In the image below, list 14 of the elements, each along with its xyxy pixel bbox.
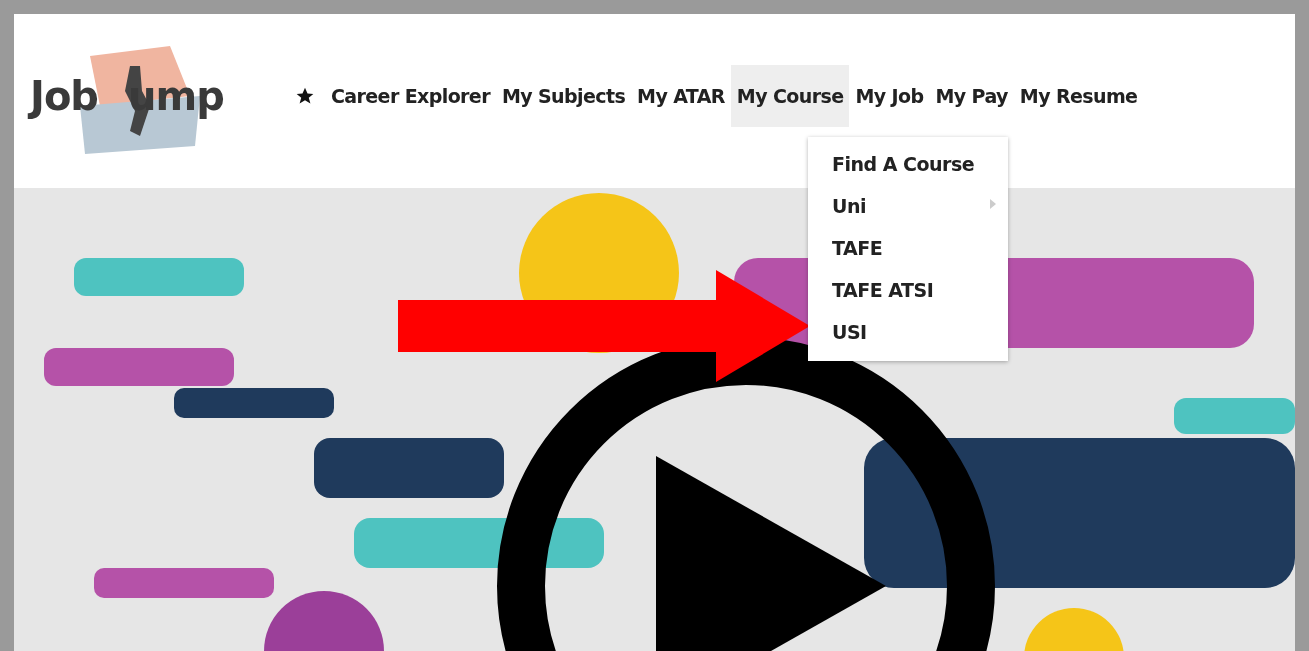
star-icon[interactable] [295,86,315,106]
menu-item[interactable]: USI [808,311,1008,353]
menu-item[interactable]: TAFE [808,227,1008,269]
nav-tab[interactable]: My Subjects [495,65,632,127]
nav-tab[interactable]: Career Explorer [325,65,496,127]
nav-tab[interactable]: My Job [849,65,930,127]
nav-tab[interactable]: My Course [730,65,850,127]
menu-item[interactable]: Find A Course [808,143,1008,185]
nav-tab[interactable]: My ATAR [631,65,731,127]
nav-tab[interactable]: My Resume [1013,65,1144,127]
nav-tab[interactable]: My Pay [929,65,1014,127]
arrow-icon [398,270,810,382]
menu-item[interactable]: TAFE ATSI [808,269,1008,311]
menu-item[interactable]: Uni [808,185,1008,227]
